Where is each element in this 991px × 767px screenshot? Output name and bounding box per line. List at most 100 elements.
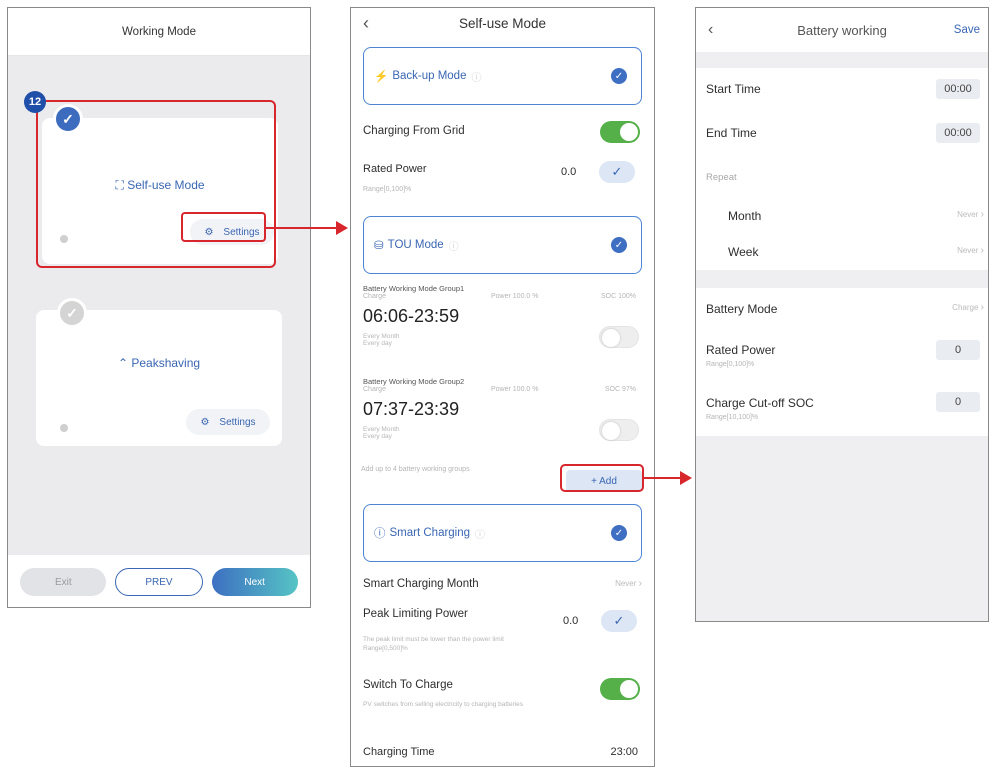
rated-power-range: Range[0,100]% xyxy=(363,186,412,193)
backup-selected-check-icon: ✓ xyxy=(611,68,627,84)
battery-working-screen: ‹ Battery working Save Start Time 00:00 … xyxy=(695,7,989,622)
switch-to-charge-toggle[interactable] xyxy=(600,678,640,700)
peakshaving-check-icon: ✓ xyxy=(57,298,87,328)
battery-mode-row[interactable]: Battery Mode Charge › xyxy=(706,302,984,316)
peakshaving-label: Peakshaving xyxy=(131,356,201,370)
group2-title: Battery Working Mode Group2 xyxy=(363,377,465,386)
tou-mode-label: TOU Mode xyxy=(387,239,444,251)
peakshaving-radio[interactable] xyxy=(60,424,68,432)
charging-time-value: 23:00 xyxy=(610,746,638,758)
screen2-title: Self-use Mode xyxy=(458,15,547,31)
backup-mode-card[interactable]: ⚡ Back-up Mode ⓘ ✓ xyxy=(363,47,642,105)
chevron-right-icon: › xyxy=(980,209,984,220)
chevron-right-icon: › xyxy=(638,578,642,589)
peakshaving-icon: ⌃ xyxy=(117,356,128,370)
peak-limiting-note: The peak limit must be lower than the po… xyxy=(363,636,504,643)
switch-to-charge-note: PV switches from selling electricity to … xyxy=(363,701,524,708)
next-button[interactable]: Next xyxy=(211,568,298,596)
exit-button[interactable]: Exit xyxy=(20,568,107,596)
rated-power-field[interactable]: 0 xyxy=(936,340,980,360)
arrow-head-icon xyxy=(336,221,348,235)
smart-charging-month-value-row: Never › xyxy=(615,578,642,590)
info-icon: ⓘ xyxy=(471,72,482,84)
end-time-field[interactable]: 00:00 xyxy=(936,123,980,143)
cutoff-soc-range: Range[10,100]% xyxy=(706,414,759,421)
battery-mode-label: Battery Mode xyxy=(706,302,778,316)
cutoff-soc-field[interactable]: 0 xyxy=(936,392,980,412)
working-group-1[interactable]: Battery Working Mode Group1 Charge Power… xyxy=(363,284,642,374)
tou-icon: ⛁ xyxy=(374,240,384,252)
group1-toggle[interactable] xyxy=(599,326,639,348)
arrow-head-icon xyxy=(680,471,692,485)
step-number-badge: 12 xyxy=(24,91,46,113)
peak-limiting-power-label: Peak Limiting Power xyxy=(363,608,468,620)
tou-mode-card[interactable]: ⛁ TOU Mode ⓘ ✓ xyxy=(363,216,642,274)
working-group-2[interactable]: Battery Working Mode Group2 Charge Power… xyxy=(363,377,642,467)
peak-limiting-confirm-button[interactable]: ✓ xyxy=(601,610,637,632)
rated-power-confirm-button[interactable]: ✓ xyxy=(599,161,635,183)
self-use-mode-screen: ‹ Self-use Mode ⚡ Back-up Mode ⓘ ✓ Charg… xyxy=(350,7,655,767)
month-row[interactable]: Month Never › xyxy=(728,209,984,223)
smart-charging-label: Smart Charging xyxy=(389,527,471,539)
charging-time-row[interactable]: Charging Time 23:00 xyxy=(363,746,642,758)
repeat-label: Repeat xyxy=(706,172,737,183)
screen2-header: ‹ Self-use Mode xyxy=(351,8,654,38)
settings-label: Settings xyxy=(219,416,256,428)
backup-icon: ⚡ xyxy=(374,71,389,83)
smart-charging-month-row[interactable]: Smart Charging Month Never › xyxy=(363,578,642,590)
group1-time: 06:06-23:59 xyxy=(363,306,460,326)
add-button-highlight-box xyxy=(560,464,644,492)
week-value-row: Never › xyxy=(957,245,984,259)
back-chevron-icon[interactable]: ‹ xyxy=(363,13,369,34)
backup-mode-label: Back-up Mode xyxy=(392,70,467,82)
battery-mode-value: Charge xyxy=(952,303,979,312)
chevron-right-icon: › xyxy=(980,245,984,256)
smart-charging-check-icon: ✓ xyxy=(611,525,627,541)
week-row[interactable]: Week Never › xyxy=(728,245,984,259)
group2-toggle[interactable] xyxy=(599,419,639,441)
group1-soc: SOC 100% xyxy=(600,293,636,300)
peak-limiting-power-value: 0.0 xyxy=(563,615,579,627)
group2-soc: SOC 97% xyxy=(604,386,636,393)
info-icon: ⓘ xyxy=(475,529,486,541)
screen3-title: Battery working xyxy=(797,22,887,38)
rated-power-value: 0.0 xyxy=(561,166,577,178)
screen1-title: Working Mode xyxy=(122,25,196,38)
rated-power-range: Range[0,100]% xyxy=(706,361,755,368)
settings-highlight-box xyxy=(181,212,266,242)
screen1-header: Working Mode xyxy=(8,8,310,56)
section-gap-2 xyxy=(696,270,988,288)
group2-power: Power 100.0 % xyxy=(491,386,539,393)
month-value-row: Never › xyxy=(957,209,984,223)
tou-selected-check-icon: ✓ xyxy=(611,237,627,253)
group1-title: Battery Working Mode Group1 xyxy=(363,284,465,293)
prev-button[interactable]: PREV xyxy=(114,568,203,596)
peakshaving-settings-button[interactable]: ⚙ Settings xyxy=(186,409,270,435)
working-mode-screen: Working Mode ⛶ Self-use Mode ⚙ Settings … xyxy=(7,7,311,608)
screen3-header: ‹ Battery working Save xyxy=(696,8,988,52)
save-button[interactable]: Save xyxy=(954,24,980,36)
smart-charging-card[interactable]: ⓘ Smart Charging ⓘ ✓ xyxy=(363,504,642,562)
charging-time-label: Charging Time xyxy=(363,746,435,758)
group2-info-row: Charge Power 100.0 % SOC 97% xyxy=(363,386,642,396)
info-icon: ⓘ xyxy=(448,241,459,253)
screen1-bottom-bar: Exit PREV Next xyxy=(8,555,310,607)
peak-limiting-range: Range[0,500]% xyxy=(363,645,408,652)
group1-power: Power 100.0 % xyxy=(491,293,539,300)
chevron-right-icon: › xyxy=(980,302,984,313)
add-group-hint: Add up to 4 battery working groups xyxy=(361,466,470,473)
peakshaving-card[interactable]: ⌃ Peakshaving ⚙ Settings xyxy=(36,310,282,446)
battery-mode-value-row: Charge › xyxy=(952,302,984,316)
week-label: Week xyxy=(728,245,759,259)
smart-charging-month-value: Never xyxy=(615,579,637,588)
smart-charging-icon: ⓘ xyxy=(374,528,386,540)
week-value: Never xyxy=(957,246,979,255)
start-time-field[interactable]: 00:00 xyxy=(936,79,980,99)
arrow-to-self-use-screen xyxy=(266,227,338,229)
charging-from-grid-toggle[interactable] xyxy=(600,121,640,143)
gear-icon: ⚙ xyxy=(200,416,210,428)
screen3-empty-area xyxy=(696,436,988,621)
peakshaving-label-row: ⌃ Peakshaving xyxy=(36,356,282,370)
back-chevron-icon[interactable]: ‹ xyxy=(708,21,713,39)
arrow-to-battery-working-screen xyxy=(644,477,682,479)
